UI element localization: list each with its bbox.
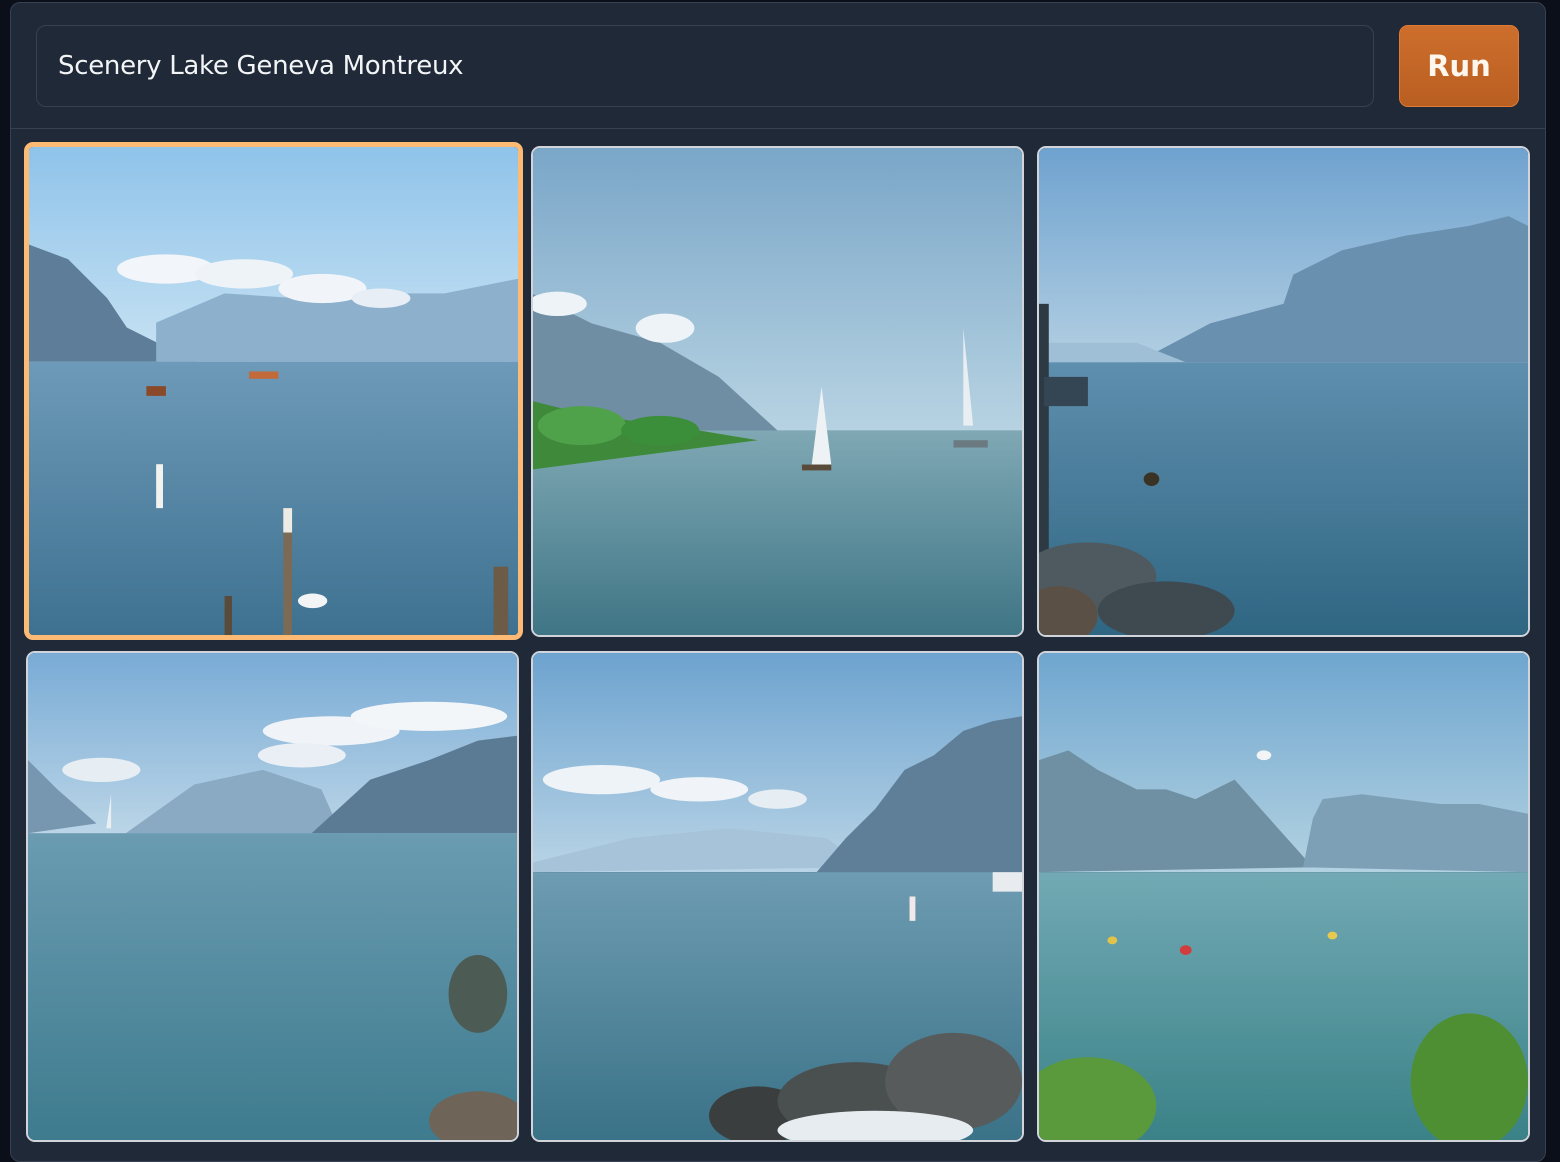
lake-image-5	[533, 653, 1022, 1140]
prompt-input[interactable]: Scenery Lake Geneva Montreux	[36, 25, 1374, 107]
lake-image-6	[1039, 653, 1528, 1140]
gallery-image-1[interactable]	[24, 142, 523, 640]
gallery-image-4[interactable]	[26, 651, 519, 1142]
lake-image-3	[1039, 148, 1528, 635]
run-button[interactable]: Run	[1399, 25, 1519, 107]
gallery-image-2[interactable]	[531, 146, 1024, 637]
app-panel: Scenery Lake Geneva Montreux Run	[10, 2, 1546, 1162]
lake-image-1	[29, 147, 518, 635]
lake-image-4	[28, 653, 517, 1140]
gallery-image-6[interactable]	[1037, 651, 1530, 1142]
gallery-image-5[interactable]	[531, 651, 1024, 1142]
lake-image-2	[533, 148, 1022, 635]
prompt-toolbar: Scenery Lake Geneva Montreux Run	[11, 3, 1545, 129]
gallery-image-3[interactable]	[1037, 146, 1530, 637]
prompt-input-value: Scenery Lake Geneva Montreux	[58, 51, 464, 81]
